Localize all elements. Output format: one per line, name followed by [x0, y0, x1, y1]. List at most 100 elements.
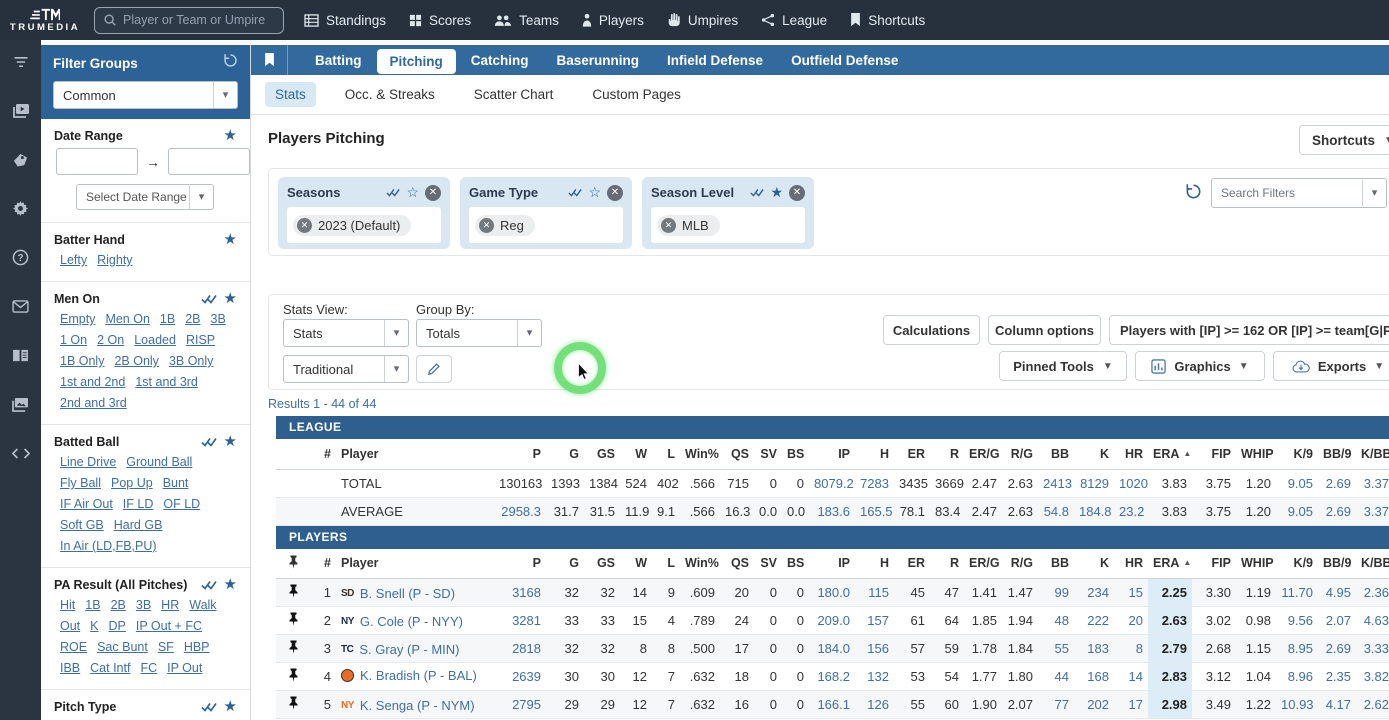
nav-standings[interactable]: Standings: [304, 13, 386, 28]
stat-cell-K/9[interactable]: 9.05: [1276, 469, 1318, 498]
favorite-star-icon[interactable]: ★: [224, 699, 237, 714]
media-images-icon[interactable]: [11, 395, 31, 414]
filter-link[interactable]: Hit: [60, 597, 75, 614]
column-header-QS[interactable]: QS: [720, 548, 754, 579]
filter-link[interactable]: Lefty: [60, 252, 87, 269]
column-header-SV[interactable]: SV: [754, 439, 782, 470]
favorite-star-icon[interactable]: ☆: [406, 184, 419, 201]
column-header-WHIP[interactable]: WHIP: [1236, 548, 1276, 579]
filter-link[interactable]: DP: [109, 618, 126, 635]
stat-cell-K[interactable]: 222: [1074, 606, 1114, 635]
favorite-star-icon[interactable]: ★: [224, 232, 237, 247]
tab-sub[interactable]: Scatter Chart: [464, 82, 564, 107]
stats-view-select[interactable]: Stats ▾: [283, 319, 409, 347]
stat-cell-H[interactable]: 132: [855, 662, 894, 691]
column-header-W[interactable]: W: [620, 548, 652, 579]
stat-cell-H[interactable]: 126: [855, 690, 894, 719]
remove-filter-icon[interactable]: ✕: [789, 184, 805, 201]
tab-main[interactable]: Infield Defense: [654, 48, 776, 73]
stat-cell-P[interactable]: 2818: [494, 634, 546, 663]
stat-cell-K/9[interactable]: 9.56: [1276, 606, 1318, 635]
column-header-BB[interactable]: BB: [1038, 548, 1074, 579]
stat-cell-H[interactable]: 7283: [855, 469, 894, 498]
filter-group-select[interactable]: Common ▾: [53, 81, 238, 109]
filter-link[interactable]: ROE: [60, 639, 87, 656]
column-header-BB/9[interactable]: BB/9: [1318, 548, 1356, 579]
column-header-K[interactable]: K: [1074, 548, 1114, 579]
filter-link[interactable]: Cat Intf: [90, 660, 130, 677]
stat-cell-BB[interactable]: 54.8: [1038, 497, 1074, 526]
filter-link[interactable]: Empty: [60, 311, 95, 328]
column-header-P[interactable]: P: [494, 548, 546, 579]
filter-link[interactable]: Soft GB: [60, 517, 104, 534]
select-all-checks-icon[interactable]: [386, 188, 401, 197]
column-header-HR[interactable]: HR: [1114, 548, 1148, 579]
filter-link[interactable]: 1st and 2nd: [60, 374, 125, 391]
filter-link[interactable]: Sac Bunt: [97, 639, 148, 656]
column-header-K[interactable]: K: [1074, 439, 1114, 470]
graphics-button[interactable]: Graphics ▼: [1135, 351, 1265, 381]
shortcuts-button[interactable]: Shortcuts ▼: [1299, 125, 1389, 155]
column-header-HR[interactable]: HR: [1114, 439, 1148, 470]
design-paint-icon[interactable]: [11, 150, 31, 169]
column-header-FIP[interactable]: FIP: [1192, 439, 1236, 470]
column-header-IP[interactable]: IP: [809, 548, 855, 579]
filter-chip[interactable]: ✕ 2023 (Default): [293, 214, 412, 236]
stat-cell-K/BB[interactable]: 3.82: [1356, 662, 1389, 691]
nav-league[interactable]: League: [761, 13, 827, 28]
help-icon[interactable]: ?: [11, 248, 31, 267]
column-header-R[interactable]: R: [930, 548, 964, 579]
stat-cell-BB/9[interactable]: 2.69: [1318, 469, 1356, 498]
favorite-star-icon[interactable]: ★: [224, 128, 237, 143]
column-header-L[interactable]: L: [652, 548, 680, 579]
tab-main[interactable]: Catching: [458, 48, 542, 73]
stat-cell-K/BB[interactable]: 3.37: [1356, 497, 1389, 526]
column-header-ER/G[interactable]: ER/G: [964, 439, 1002, 470]
nav-players[interactable]: Players: [582, 13, 644, 28]
column-header-R/G[interactable]: R/G: [1002, 548, 1038, 579]
stat-cell-K[interactable]: 202: [1074, 690, 1114, 719]
messages-mail-icon[interactable]: [11, 297, 31, 316]
stat-cell-K/BB[interactable]: 4.63: [1356, 606, 1389, 635]
filter-link[interactable]: Loaded: [134, 332, 176, 349]
chip-remove-icon[interactable]: ✕: [479, 217, 494, 233]
filter-link[interactable]: 1B: [160, 311, 175, 328]
bookmark-icon[interactable]: [264, 53, 275, 67]
nav-scores[interactable]: Scores: [409, 13, 471, 28]
filter-link[interactable]: Line Drive: [60, 454, 116, 471]
filter-link[interactable]: 3B: [136, 597, 151, 614]
stat-cell-HR[interactable]: 8: [1114, 634, 1148, 663]
stat-cell-HR[interactable]: 17: [1114, 690, 1148, 719]
filter-link[interactable]: K: [90, 618, 98, 635]
player-link[interactable]: B. Snell (P - SD): [360, 586, 455, 601]
column-header-R[interactable]: R: [930, 439, 964, 470]
favorite-star-icon[interactable]: ★: [224, 291, 237, 306]
filter-link[interactable]: 3B: [211, 311, 226, 328]
player-link[interactable]: K. Bradish (P - BAL): [360, 668, 477, 683]
chip-remove-icon[interactable]: ✕: [297, 217, 312, 233]
column-header-K/BB[interactable]: K/BB: [1356, 548, 1389, 579]
exports-button[interactable]: Exports ▼: [1273, 351, 1389, 381]
filter-link[interactable]: IBB: [60, 660, 80, 677]
stat-cell-IP[interactable]: 180.0: [809, 578, 855, 607]
player-link[interactable]: G. Cole (P - NYY): [360, 614, 463, 629]
tab-sub[interactable]: Stats: [265, 82, 316, 107]
filter-link[interactable]: IF LD: [123, 496, 154, 513]
stat-cell-IP[interactable]: 209.0: [809, 606, 855, 635]
favorite-star-icon[interactable]: ★: [770, 184, 783, 201]
stat-cell-BB/9[interactable]: 2.69: [1318, 634, 1356, 663]
news-book-icon[interactable]: [11, 346, 31, 365]
column-options-button[interactable]: Column options: [988, 315, 1101, 345]
stat-cell-P[interactable]: 3281: [494, 606, 546, 635]
date-to-input[interactable]: [168, 148, 250, 175]
filter-link[interactable]: Fly Ball: [60, 475, 101, 492]
stat-cell-IP[interactable]: 8079.2: [809, 469, 855, 498]
column-header-GS[interactable]: GS: [584, 439, 620, 470]
stat-cell-BB/9[interactable]: 2.35: [1318, 662, 1356, 691]
select-all-checks-icon[interactable]: [200, 580, 217, 590]
column-header-IP[interactable]: IP: [809, 439, 855, 470]
filter-link[interactable]: IP Out: [167, 660, 202, 677]
stat-cell-HR[interactable]: 1020: [1114, 469, 1148, 498]
tab-main[interactable]: Pitching: [376, 48, 456, 74]
search-filters-select[interactable]: Search Filters ▾: [1211, 178, 1387, 208]
